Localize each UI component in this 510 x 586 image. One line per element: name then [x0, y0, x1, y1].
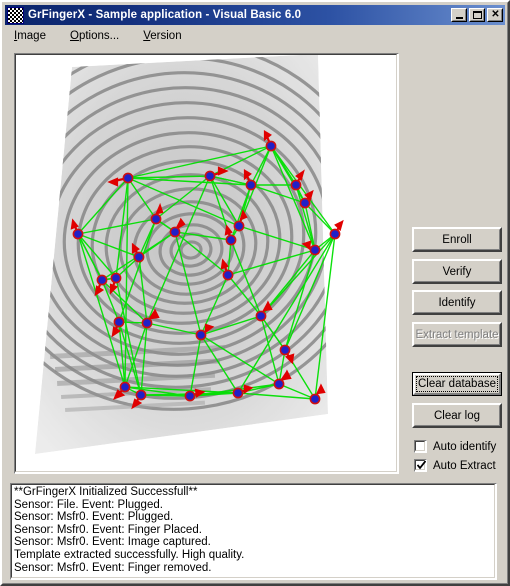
auto-extract-label: Auto Extract	[433, 459, 496, 472]
fingerprint-preview[interactable]	[14, 53, 399, 474]
log-line: Sensor: Msfr0. Event: Finger Placed.	[14, 523, 202, 536]
window-title: GrFingerX - Sample application - Visual …	[28, 9, 302, 21]
extract-template-button[interactable]: Extract template	[412, 322, 502, 347]
minimize-button[interactable]	[451, 8, 467, 22]
menu-item-image[interactable]: Image	[12, 29, 48, 43]
checkerboard-icon	[7, 6, 24, 24]
log-output[interactable]: **GrFingerX Initialized Successfull** Se…	[10, 483, 497, 580]
verify-button[interactable]: Verify	[412, 259, 502, 284]
enroll-button-label: Enroll	[442, 233, 472, 246]
window-controls: ✕	[451, 8, 503, 22]
verify-button-label: Verify	[442, 265, 472, 278]
title-bar[interactable]: GrFingerX - Sample application - Visual …	[5, 5, 505, 25]
log-line: **GrFingerX Initialized Successfull**	[14, 486, 198, 498]
checkbox-box	[414, 440, 427, 453]
fingerprint-overlay-svg	[15, 54, 398, 473]
auto-extract-checkbox[interactable]: Auto Extract	[414, 459, 496, 472]
checkmark-icon	[417, 460, 426, 470]
clear-database-button-label: Clear database	[418, 378, 496, 390]
auto-identify-label: Auto identify	[433, 440, 497, 453]
log-line-list: **GrFingerX Initialized Successfull** Se…	[14, 486, 493, 574]
log-line: Sensor: Msfr0. Event: Finger removed.	[14, 561, 212, 574]
application-window: GrFingerX - Sample application - Visual …	[0, 0, 510, 586]
log-line: Template extracted successfully. High qu…	[14, 548, 245, 561]
enroll-button[interactable]: Enroll	[412, 227, 502, 252]
close-button[interactable]: ✕	[487, 8, 503, 22]
identify-button[interactable]: Identify	[412, 290, 502, 315]
identify-button-label: Identify	[438, 296, 476, 309]
clear-log-button[interactable]: Clear log	[412, 403, 502, 428]
maximize-button[interactable]	[469, 8, 485, 22]
log-line: Sensor: Msfr0. Event: Plugged.	[14, 511, 174, 524]
menu-item-version[interactable]: Version	[141, 29, 183, 43]
menu-bar: Image Options... Version	[5, 27, 505, 45]
clear-log-button-label: Clear log	[433, 409, 481, 422]
log-line: Sensor: Msfr0. Event: Image captured.	[14, 536, 211, 549]
menu-item-options[interactable]: Options...	[68, 29, 121, 43]
checkbox-box	[414, 459, 427, 472]
auto-identify-checkbox[interactable]: Auto identify	[414, 440, 496, 453]
log-line: Sensor: File. Event: Plugged.	[14, 498, 163, 511]
extract-template-button-label: Extract template	[415, 328, 499, 341]
fingerprint-image	[15, 54, 398, 473]
clear-database-button[interactable]: Clear database	[412, 372, 502, 396]
